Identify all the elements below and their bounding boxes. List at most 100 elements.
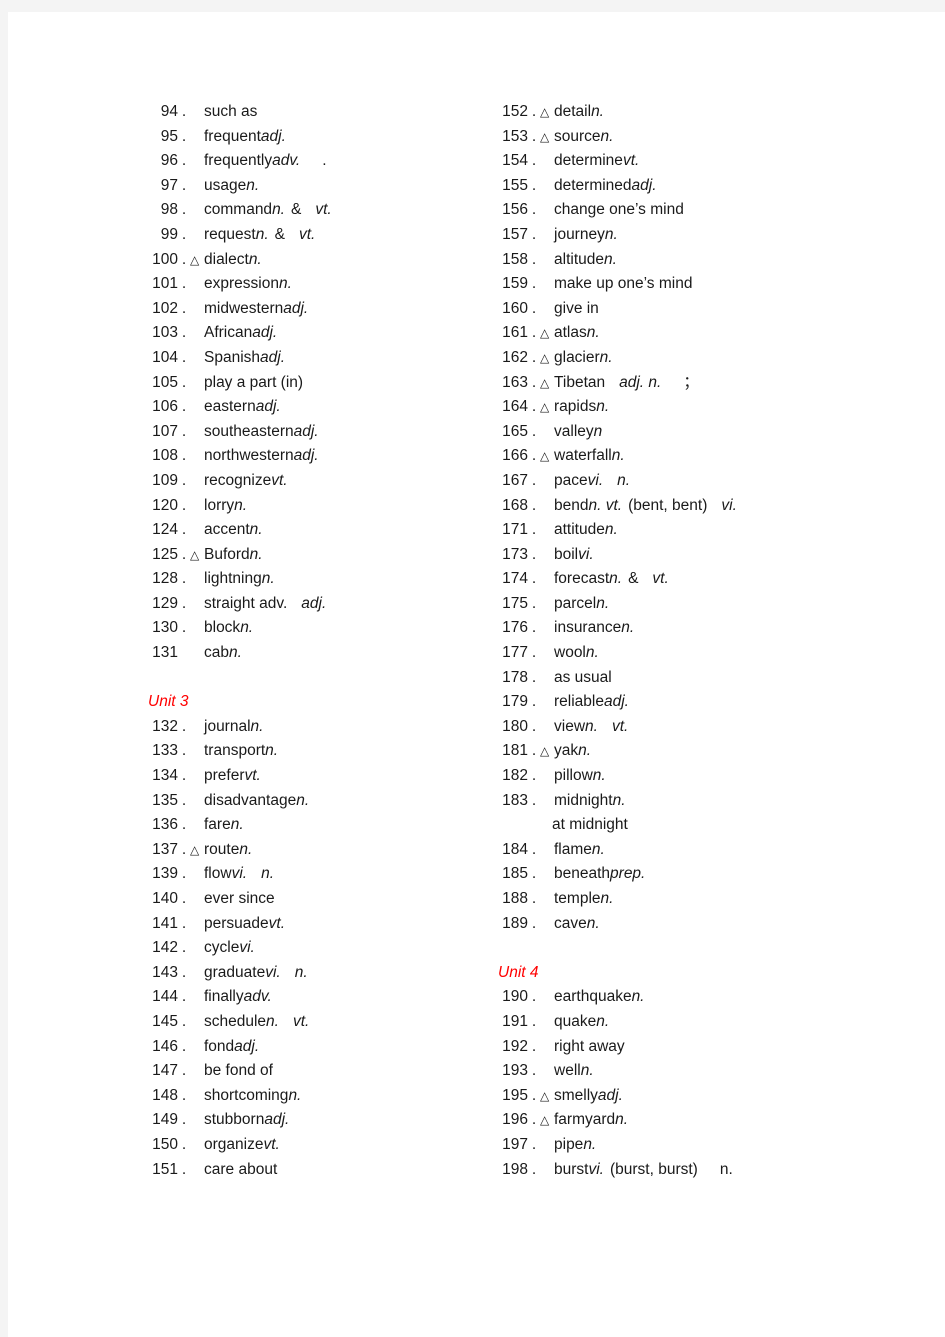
- entry-number: 101: [152, 275, 178, 293]
- triangle-marker-icon: △: [540, 129, 550, 144]
- vocabulary-entry: 167. pace vi. n.: [498, 469, 858, 494]
- part-of-speech: vt.: [263, 1135, 280, 1153]
- vocabulary-entry: 148. shortcoming n.: [148, 1084, 508, 1109]
- entry-separator: .: [531, 275, 537, 293]
- entry-number: 197: [502, 1135, 528, 1153]
- part-of-speech-secondary: vt.: [292, 1012, 310, 1030]
- triangle-marker-icon: △: [540, 375, 550, 390]
- entry-word: block: [204, 619, 241, 637]
- entry-number: 168: [502, 496, 528, 514]
- entry-word: boil: [554, 545, 579, 563]
- entry-word: pace: [554, 471, 588, 489]
- entry-number: 177: [502, 644, 528, 662]
- entry-separator: .: [531, 1111, 537, 1129]
- entry-number: 165: [502, 422, 528, 440]
- unit-heading: Unit 3: [148, 693, 189, 711]
- part-of-speech: n.: [249, 521, 263, 539]
- entry-separator: .: [531, 521, 537, 539]
- entry-number: 157: [502, 225, 528, 243]
- vocabulary-entry: 108. northwestern adj.: [148, 444, 508, 469]
- vocabulary-entry: 157. journey n.: [498, 223, 858, 248]
- entry-number: 135: [152, 791, 178, 809]
- entry-number: 131: [152, 644, 178, 662]
- entry-separator: .: [181, 348, 187, 366]
- vocabulary-entry: 191. quake n.: [498, 1010, 858, 1035]
- entry-number: 175: [502, 594, 528, 612]
- triangle-marker-icon: △: [190, 547, 200, 562]
- part-of-speech: prep.: [610, 865, 646, 883]
- entry-separator: .: [531, 890, 537, 907]
- entry-number: 158: [502, 250, 528, 268]
- part-of-speech: n.: [596, 594, 610, 612]
- vocabulary-entry: 178. as usual: [498, 666, 858, 691]
- part-of-speech-secondary: adj.: [301, 594, 327, 612]
- entry-separator: .: [181, 890, 187, 907]
- entry-separator: .: [181, 299, 187, 317]
- vocabulary-entry: 177. wool n.: [498, 641, 858, 666]
- vocabulary-entry: 134. prefer vt.: [148, 764, 508, 789]
- vocabulary-entry: 97. usage n.: [148, 174, 508, 199]
- entry-number: 159: [502, 275, 528, 293]
- entry-word: valley: [554, 422, 594, 440]
- part-of-speech: vt.: [244, 767, 261, 785]
- entry-word: wool: [554, 644, 586, 662]
- entry-word: well: [554, 1062, 581, 1080]
- triangle-marker-icon: △: [540, 400, 550, 415]
- entry-separator: .: [181, 201, 187, 219]
- vocabulary-entry: 173. boil vi.: [498, 543, 858, 568]
- part-of-speech: n.: [611, 447, 625, 465]
- vocabulary-entry: 109. recognize vt.: [148, 469, 508, 494]
- vocabulary-entry: 154. determine vt.: [498, 149, 858, 174]
- triangle-marker-icon: △: [540, 744, 550, 759]
- part-of-speech: n.: [234, 496, 248, 514]
- part-of-speech: n.: [621, 619, 635, 637]
- vocabulary-entry: 105. play a part (in): [148, 371, 508, 396]
- entry-number: 94: [160, 103, 178, 120]
- part-of-speech: vi.: [239, 939, 255, 957]
- entry-number: 145: [152, 1012, 178, 1030]
- entry-separator: .: [531, 644, 537, 662]
- part-of-speech: adj.: [252, 324, 278, 342]
- entry-separator: .: [181, 521, 187, 539]
- entry-number: 156: [502, 201, 528, 219]
- part-of-speech: n.: [239, 840, 253, 858]
- entry-number: 143: [152, 963, 178, 981]
- part-of-speech-secondary: vt.: [611, 717, 629, 735]
- entry-number: 148: [152, 1086, 178, 1104]
- vocabulary-entry: 120. lorry n.: [148, 494, 508, 519]
- entry-number: 147: [152, 1062, 178, 1080]
- vocabulary-entry: 101. expression n.: [148, 272, 508, 297]
- entry-number: 181: [502, 742, 528, 760]
- entry-separator: .: [531, 1135, 537, 1153]
- vocabulary-entry: 131 cab n.: [148, 641, 508, 666]
- entry-word: detail: [554, 103, 592, 120]
- vocabulary-entry: 168. bend n. vt. (bent, bent) vi.: [498, 494, 858, 519]
- entry-word: recognize: [204, 471, 272, 489]
- triangle-marker-icon: △: [540, 326, 550, 341]
- entry-word: dialect: [204, 250, 249, 268]
- part-of-speech: vi.: [231, 865, 248, 883]
- entry-number: 176: [502, 619, 528, 637]
- vocabulary-entry: 136. fare n.: [148, 813, 508, 838]
- triangle-marker-icon: △: [540, 1088, 550, 1103]
- vocabulary-list-columns: 94. such as 95. frequent adj. 96. frequently a…: [8, 12, 945, 1337]
- entry-number: 105: [152, 373, 178, 391]
- part-of-speech: adj.: [264, 1111, 290, 1129]
- entry-word: earthquake: [554, 988, 632, 1006]
- vocabulary-entry: 182. pillow n.: [498, 764, 858, 789]
- entry-word: forecast: [554, 570, 610, 588]
- entry-word: yak: [554, 742, 579, 760]
- entry-word: expression: [204, 275, 279, 293]
- entry-word: change one’s mind: [554, 201, 684, 219]
- left-column: 94. such as 95. frequent adj. 96. frequently a…: [148, 100, 508, 1182]
- entry-number: 189: [502, 914, 528, 932]
- entry-word: frequently: [204, 152, 273, 170]
- entry-separator: .: [531, 1062, 537, 1080]
- vocabulary-entry: 180. view n. vt.: [498, 715, 858, 740]
- vocabulary-entry: 164. △ rapids n.: [498, 395, 858, 420]
- entry-separator: .: [531, 742, 537, 760]
- entry-separator: .: [531, 1012, 537, 1030]
- entry-number: 178: [502, 668, 528, 686]
- entry-number: 164: [502, 398, 528, 416]
- entry-word: determined: [554, 176, 632, 194]
